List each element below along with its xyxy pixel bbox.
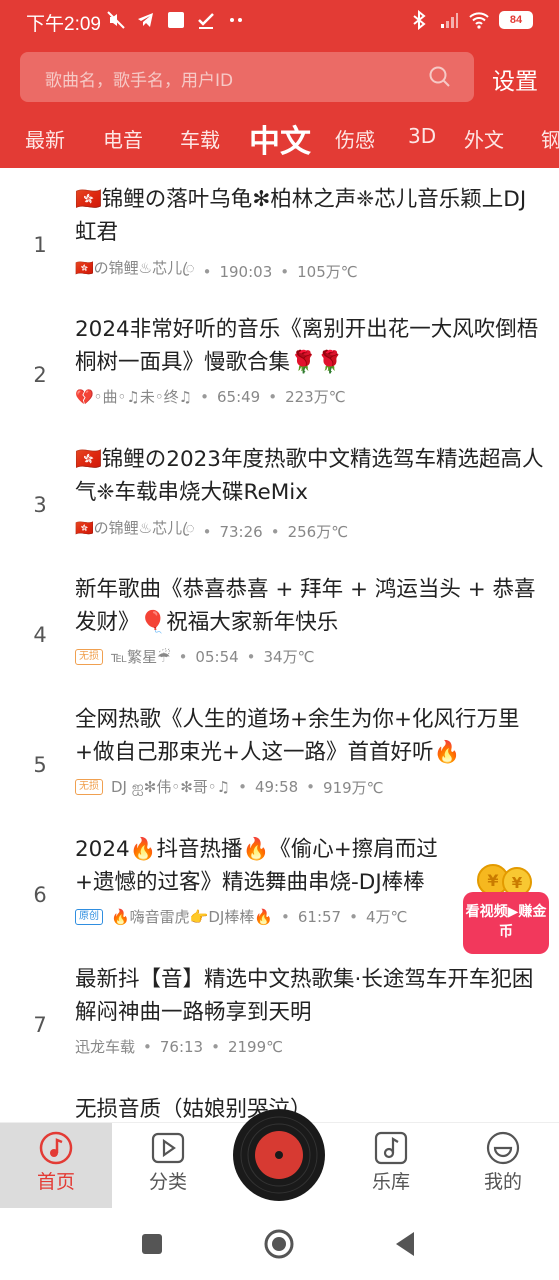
- back-icon[interactable]: [390, 1228, 422, 1260]
- song-meta: 无损 DJ ஐ✻伟◦✻哥◦♫ • 49:58 • 919万℃: [75, 776, 384, 798]
- song-title: 新年歌曲《恭喜恭喜 + 拜年 + 鸿运当头 + 恭喜发财》🎈祝福大家新年快乐: [75, 577, 536, 635]
- author-name[interactable]: 🇭🇰の锦鲤♨芯儿ꦿ: [75, 256, 195, 287]
- play-count: 919万℃: [323, 778, 384, 797]
- svg-text:¥: ¥: [512, 874, 523, 892]
- rank-number: 5: [33, 753, 47, 777]
- rank-number: 4: [33, 623, 47, 647]
- author-name[interactable]: DJ ஐ✻伟◦✻哥◦♫: [111, 776, 230, 798]
- nav-label: 乐库: [371, 1171, 410, 1193]
- search-placeholder: 歌曲名，歌手名，用户ID: [45, 71, 234, 91]
- tab-3d[interactable]: 3D: [408, 124, 436, 148]
- category-tabs: 最新 电音 车载 中文 伤感 3D 外文 钢: [0, 112, 559, 162]
- song-title: 最新抖【音】精选中文热歌集·长途驾车开车犯困解闷神曲一路畅享到天明: [75, 967, 534, 1025]
- author-name[interactable]: ℡繁星☔: [111, 646, 171, 667]
- watch-video-earn-coins-promo[interactable]: ¥ ¥ 看视频▶赚金币: [463, 860, 549, 956]
- lossless-badge: 无损: [75, 648, 103, 665]
- profile-smile-icon: [486, 1131, 520, 1165]
- nav-mine[interactable]: 我的: [447, 1123, 559, 1209]
- promo-label: 看视频▶赚金币: [463, 892, 549, 954]
- list-item[interactable]: 1 🇭🇰锦鲤の落叶乌龟✻柏林之声❈芯儿音乐颖上DJ虹君 🇭🇰の锦鲤♨芯儿ꦿ • 1…: [0, 180, 559, 310]
- tab-car[interactable]: 车载: [180, 124, 220, 153]
- original-badge: 原创: [75, 908, 103, 925]
- song-meta: 迅龙车载 • 76:13 • 2199℃: [75, 1036, 283, 1057]
- check-icon: [198, 13, 214, 29]
- play-count: 2199℃: [227, 1037, 283, 1056]
- song-meta: 原创 🔥嗨音雷虎👉DJ棒棒🔥 • 61:57 • 4万℃: [75, 906, 407, 927]
- signal-icon: [441, 13, 458, 28]
- play-square-icon: [151, 1132, 185, 1164]
- play-count: 105万℃: [297, 263, 358, 281]
- search-input[interactable]: 歌曲名，歌手名，用户ID: [20, 52, 474, 102]
- play-count: 4万℃: [365, 908, 408, 926]
- list-item[interactable]: 5 全网热歌《人生的道场+余生为你+化风行万里+做自己那束光+人这一路》首首好听…: [0, 700, 559, 830]
- battery-indicator: 84: [499, 11, 533, 29]
- nav-home[interactable]: 首页: [0, 1123, 112, 1209]
- song-title: 🇭🇰锦鲤の落叶乌龟✻柏林之声❈芯儿音乐颖上DJ虹君: [75, 187, 527, 245]
- rank-number: 3: [33, 493, 47, 517]
- tab-more[interactable]: 钢: [541, 124, 559, 153]
- play-count: 223万℃: [285, 388, 346, 406]
- more-dots-icon: [230, 18, 242, 22]
- author-name[interactable]: 迅龙车载: [75, 1036, 135, 1057]
- nav-category[interactable]: 分类: [112, 1123, 224, 1209]
- tab-foreign[interactable]: 外文: [464, 124, 504, 153]
- nav-label: 我的: [483, 1171, 522, 1193]
- system-nav-bar: [0, 1208, 559, 1280]
- author-name[interactable]: 💔◦曲◦♫未◦终♫: [75, 386, 192, 407]
- list-item[interactable]: 2 2024非常好听的音乐《离别开出花一大风吹倒梧桐树一面具》慢歌合集🌹🌹 💔◦…: [0, 310, 559, 440]
- play-count: 34万℃: [263, 648, 315, 666]
- nav-label: 分类: [148, 1171, 187, 1193]
- bluetooth-icon: [413, 10, 426, 30]
- duration: 65:49: [216, 387, 261, 406]
- duration: 05:54: [195, 647, 239, 666]
- song-meta: 🇭🇰の锦鲤♨芯儿ꦿ • 73:26 • 256万℃: [75, 516, 348, 547]
- tab-latest[interactable]: 最新: [25, 124, 65, 153]
- duration: 76:13: [159, 1037, 204, 1056]
- vinyl-disc-icon[interactable]: [232, 1108, 326, 1202]
- tab-chinese[interactable]: 中文: [249, 116, 311, 161]
- square-icon: [168, 12, 184, 28]
- song-title: 全网热歌《人生的道场+余生为你+化风行万里+做自己那束光+人这一路》首首好听🔥: [75, 707, 520, 765]
- duration: 61:57: [297, 907, 342, 926]
- status-bar: 下午2:09 84: [0, 0, 559, 42]
- telegram-icon: [138, 13, 153, 27]
- rank-number: 6: [33, 883, 47, 907]
- rank-number: 2: [33, 363, 47, 387]
- song-meta: 💔◦曲◦♫未◦终♫ • 65:49 • 223万℃: [75, 386, 346, 407]
- duration: 49:58: [254, 778, 299, 796]
- recent-apps-icon[interactable]: [136, 1228, 168, 1260]
- song-title: 2024🔥抖音热播🔥《偷心+擦肩而过+遗憾的过客》精选舞曲串烧-DJ棒棒: [75, 837, 438, 895]
- nav-library[interactable]: 乐库: [335, 1123, 447, 1209]
- duration: 190:03: [219, 262, 273, 281]
- lossless-badge: 无损: [75, 779, 103, 795]
- list-item[interactable]: 4 新年歌曲《恭喜恭喜 + 拜年 + 鸿运当头 + 恭喜发财》🎈祝福大家新年快乐…: [0, 570, 559, 700]
- home-icon[interactable]: [263, 1228, 295, 1260]
- rank-number: 1: [33, 233, 47, 257]
- play-count: 256万℃: [287, 523, 349, 541]
- list-item[interactable]: 7 最新抖【音】精选中文热歌集·长途驾车开车犯困解闷神曲一路畅享到天明 迅龙车载…: [0, 960, 559, 1090]
- list-item[interactable]: 3 🇭🇰锦鲤の2023年度热歌中文精选驾车精选超高人气❈车载串烧大碟ReMix …: [0, 440, 559, 570]
- rank-number: 7: [33, 1013, 47, 1037]
- song-title: 2024非常好听的音乐《离别开出花一大风吹倒梧桐树一面具》慢歌合集🌹🌹: [75, 317, 539, 375]
- search-icon[interactable]: [428, 65, 452, 89]
- song-meta: 🇭🇰の锦鲤♨芯儿ꦿ • 190:03 • 105万℃: [75, 256, 358, 287]
- music-library-icon: [374, 1131, 408, 1165]
- song-title: 🇭🇰锦鲤の2023年度热歌中文精选驾车精选超高人气❈车载串烧大碟ReMix: [75, 447, 544, 505]
- author-name[interactable]: 🇭🇰の锦鲤♨芯儿ꦿ: [75, 516, 195, 547]
- song-meta: 无损 ℡繁星☔ • 05:54 • 34万℃: [75, 646, 314, 667]
- svg-text:¥: ¥: [487, 871, 498, 890]
- app-header: 下午2:09 84 歌曲名，歌手名，用户ID 设置 最新 电音 车载 中文 伤感…: [0, 0, 559, 168]
- tab-electronic[interactable]: 电音: [103, 124, 143, 153]
- settings-button[interactable]: 设置: [492, 62, 538, 96]
- tab-sad[interactable]: 伤感: [335, 124, 375, 153]
- author-name[interactable]: 🔥嗨音雷虎👉DJ棒棒🔥: [111, 906, 273, 927]
- mute-icon: [107, 11, 125, 29]
- music-note-circle-icon: [39, 1131, 73, 1165]
- wifi-icon: [469, 12, 489, 29]
- duration: 73:26: [219, 522, 263, 541]
- nav-label: 首页: [36, 1171, 75, 1193]
- status-time: 下午2:09: [26, 14, 101, 35]
- song-list: 1 🇭🇰锦鲤の落叶乌龟✻柏林之声❈芯儿音乐颖上DJ虹君 🇭🇰の锦鲤♨芯儿ꦿ • 1…: [0, 168, 559, 1122]
